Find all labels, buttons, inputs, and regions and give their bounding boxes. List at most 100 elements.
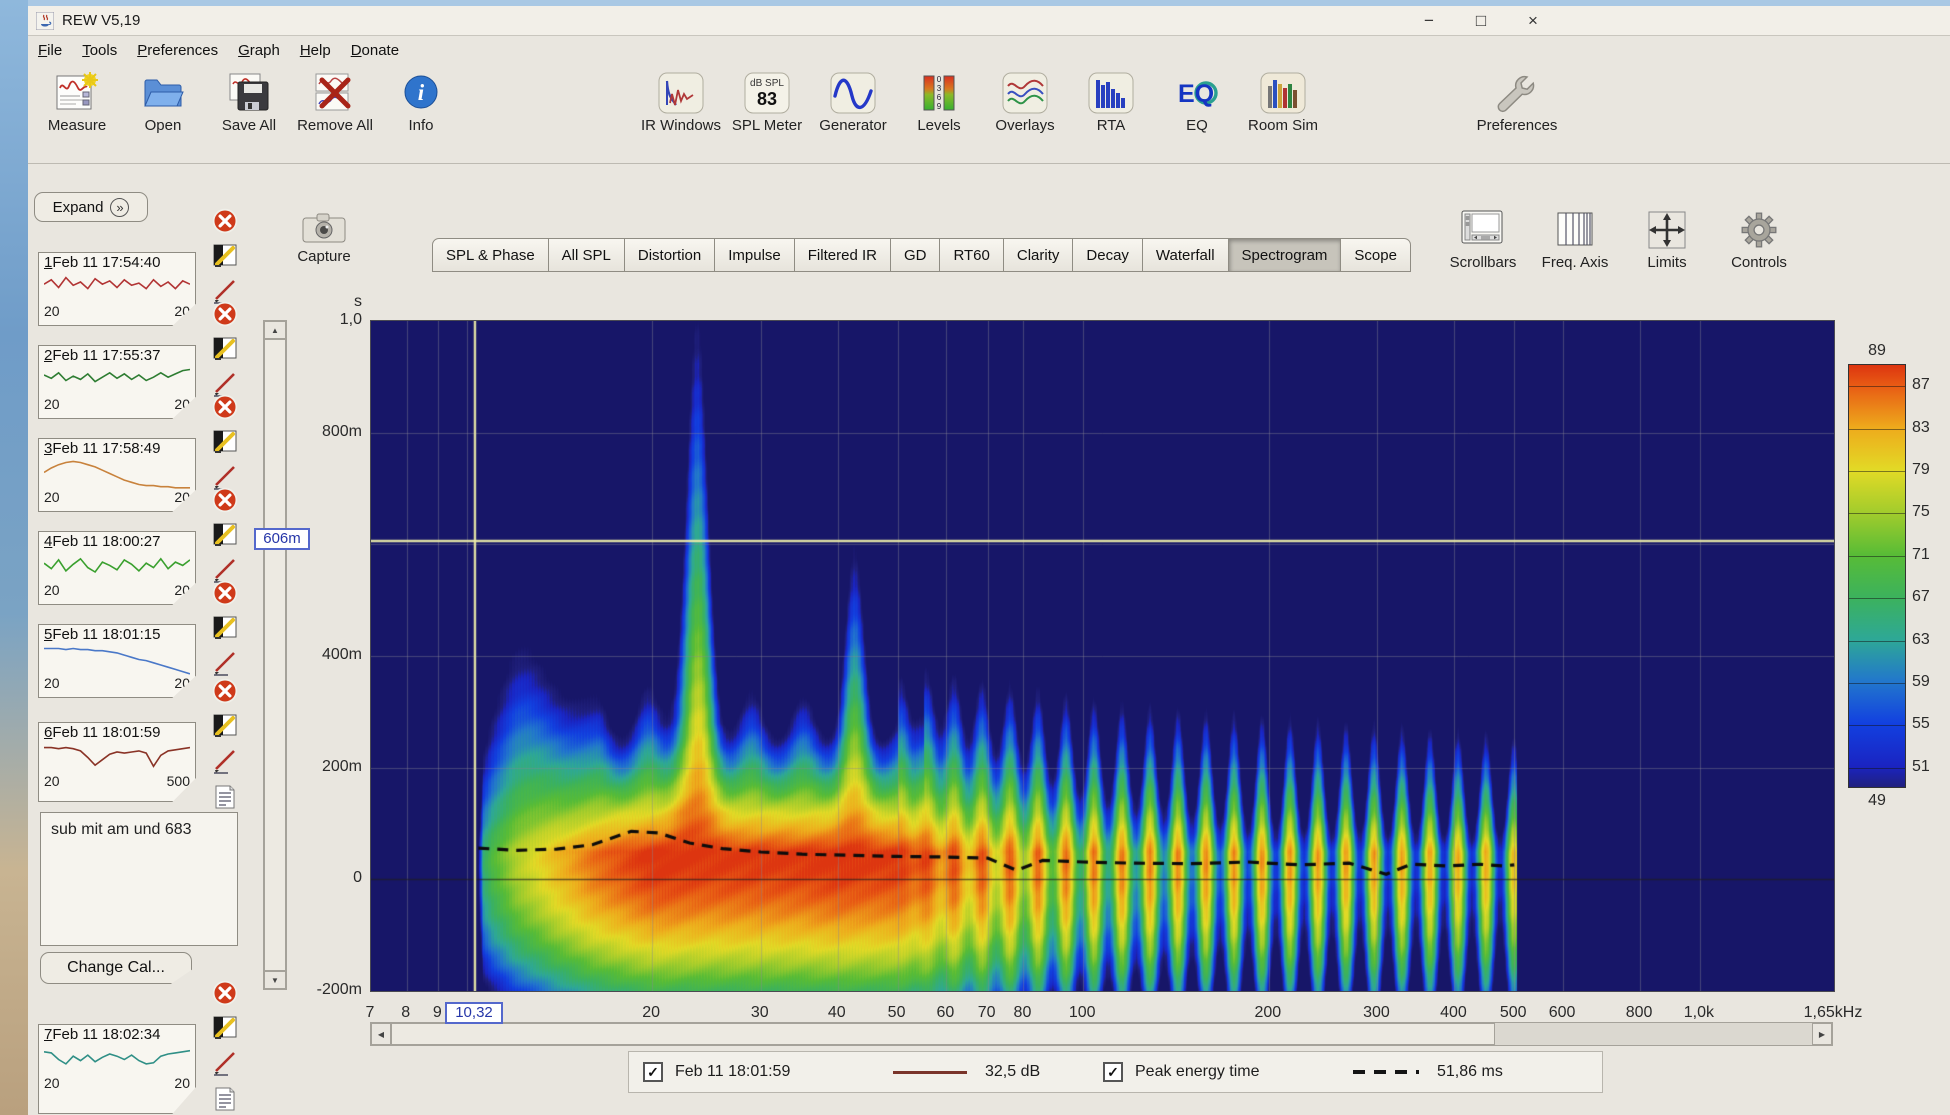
y-tick-400m: 400m [264, 646, 362, 664]
tab-all-spl[interactable]: All SPL [549, 238, 625, 272]
spectrogram-plot[interactable] [370, 320, 1835, 992]
axis-label-right: 20 [174, 304, 190, 318]
axis-label-left: 20 [44, 304, 60, 318]
legend-checkbox-2[interactable]: ✓ [1103, 1062, 1123, 1082]
colorbar-tick-55: 55 [1912, 715, 1950, 733]
tab-clarity[interactable]: Clarity [1004, 238, 1074, 272]
colorbar-legend: 89 49 87837975716763595551 [1820, 342, 1950, 842]
tab-scope[interactable]: Scope [1341, 238, 1411, 272]
delete-measurement-5-button[interactable] [212, 580, 238, 606]
x-tick-70: 70 [978, 1004, 996, 1022]
colorbar-tick-63: 63 [1912, 631, 1950, 649]
axis-label-right: 20 [174, 1076, 190, 1090]
measurement-card-5[interactable]: 5Feb 11 18:01:15 20 20 [38, 624, 196, 698]
tab-gd[interactable]: GD [891, 238, 941, 272]
edit-measurement-6-icon [212, 712, 238, 738]
overlays-label: Overlays [995, 117, 1054, 134]
colorbar-divider [1849, 598, 1905, 599]
colorbar-tick-71: 71 [1912, 546, 1950, 564]
preferences-button[interactable]: Preferences [1480, 72, 1554, 134]
measurement-date: Feb 11 18:01:15 [52, 626, 160, 643]
delete-measurement-2-button[interactable] [212, 301, 238, 327]
spl-meter-label: SPL Meter [732, 117, 802, 134]
measurement-card-3[interactable]: 3Feb 11 17:58:492020 [38, 438, 196, 512]
axis-label-right: 20 [174, 676, 190, 690]
menu-help[interactable]: Help [300, 42, 331, 59]
controls-button[interactable]: Controls [1720, 208, 1798, 271]
x-tick-1-0k: 1,0k [1684, 1004, 1714, 1022]
rta-label: RTA [1097, 117, 1126, 134]
ir-windows-button[interactable]: IR Windows [644, 72, 718, 134]
expand-button[interactable]: Expand » [34, 192, 148, 222]
tab-rt60[interactable]: RT60 [940, 238, 1003, 272]
change-cal-button[interactable]: Change Cal... [40, 952, 192, 984]
preferences-label: Preferences [1477, 117, 1558, 134]
spl-meter-button[interactable]: dB SPL83SPL Meter [730, 72, 804, 134]
scrollbars-icon [1459, 208, 1507, 252]
eq-button[interactable]: EQEQ [1160, 72, 1234, 134]
tab-waterfall[interactable]: Waterfall [1143, 238, 1229, 272]
svg-text:dB SPL: dB SPL [750, 78, 784, 89]
freq-axis-label: Freq. Axis [1542, 254, 1609, 271]
remove-all-button[interactable]: Remove All [298, 72, 372, 134]
horizontal-scrollbar[interactable]: ◀ ▶ [370, 1022, 1833, 1046]
limits-button[interactable]: Limits [1628, 208, 1706, 271]
measurement-card-2[interactable]: 2Feb 11 17:55:372020 [38, 345, 196, 419]
y-tick-800m: 800m [264, 423, 362, 441]
scrollbars-button[interactable]: Scrollbars [1444, 208, 1522, 271]
generator-button[interactable]: Generator [816, 72, 890, 134]
minimize-button[interactable]: − [1418, 11, 1440, 31]
measurement-title-5: 5Feb 11 18:01:15 [44, 626, 190, 643]
tab-spectrogram[interactable]: Spectrogram [1229, 238, 1342, 272]
levels-label: Levels [917, 117, 960, 134]
colorbar-divider [1849, 641, 1905, 642]
scrollbars-label: Scrollbars [1450, 254, 1517, 271]
menu-donate[interactable]: Donate [351, 42, 399, 59]
measurement-card-1[interactable]: 1Feb 11 17:54:402020 [38, 252, 196, 326]
measurement-axis-labels: 2020 [44, 1076, 190, 1090]
scroll-left-button[interactable]: ◀ [371, 1023, 391, 1045]
delete-measurement-4-button[interactable] [212, 487, 238, 513]
measurement-date: Feb 11 18:00:27 [52, 533, 160, 550]
measurement-card-7[interactable]: 7Feb 11 18:02:342020 [38, 1024, 196, 1114]
colorbar-divider [1849, 386, 1905, 387]
tab-impulse[interactable]: Impulse [715, 238, 795, 272]
maximize-button[interactable]: □ [1470, 11, 1492, 31]
measurement-title-3: 3Feb 11 17:58:49 [44, 440, 190, 457]
scroll-right-button[interactable]: ▶ [1812, 1023, 1832, 1045]
measurement-notes-input[interactable]: sub mit am und 683 [40, 812, 238, 946]
x-tick-600: 600 [1549, 1004, 1576, 1022]
x-tick-1-65khz: 1,65kHz [1804, 1004, 1863, 1022]
colorbar-divider [1849, 513, 1905, 514]
measurement-card-6[interactable]: 6Feb 11 18:01:5920500 [38, 722, 196, 802]
close-button[interactable]: × [1522, 11, 1544, 31]
legend-checkbox-1[interactable]: ✓ [643, 1062, 663, 1082]
remove-all-label: Remove All [297, 117, 373, 134]
tab-distortion[interactable]: Distortion [625, 238, 715, 272]
delete-measurement-1-button[interactable] [212, 208, 238, 234]
tab-decay[interactable]: Decay [1073, 238, 1143, 272]
delete-measurement-7-button[interactable] [212, 980, 238, 1006]
delete-measurement-6-button[interactable] [212, 678, 238, 704]
overlays-button[interactable]: Overlays [988, 72, 1062, 134]
measurement-sparkline-5 [44, 643, 190, 676]
freq-axis-button[interactable]: Freq. Axis [1536, 208, 1614, 271]
axis-label-left: 20 [44, 676, 60, 690]
measurement-card-4[interactable]: 4Feb 11 18:00:272020 [38, 531, 196, 605]
levels-button[interactable]: 0369Levels [902, 72, 976, 134]
limits-icon [1643, 208, 1691, 252]
trace-legend-bar: ✓Feb 11 18:01:5932,5 dB✓Peak energy time… [628, 1051, 1603, 1093]
room-sim-button[interactable]: Room Sim [1246, 72, 1320, 134]
spectrogram-canvas[interactable] [371, 321, 1834, 991]
tab-filtered-ir[interactable]: Filtered IR [795, 238, 891, 272]
edit-measurement-7-icon [212, 1014, 238, 1040]
expand-label: Expand [53, 199, 104, 216]
tab-spl-phase[interactable]: SPL & Phase [432, 238, 549, 272]
rta-button[interactable]: RTA [1074, 72, 1148, 134]
remove-all-icon [312, 72, 358, 114]
axis-label-right: 20 [174, 583, 190, 597]
capture-button[interactable] [300, 210, 348, 246]
info-button[interactable]: iInfo [384, 72, 458, 134]
horizontal-scroll-thumb[interactable] [391, 1023, 1495, 1045]
delete-measurement-3-button[interactable] [212, 394, 238, 420]
